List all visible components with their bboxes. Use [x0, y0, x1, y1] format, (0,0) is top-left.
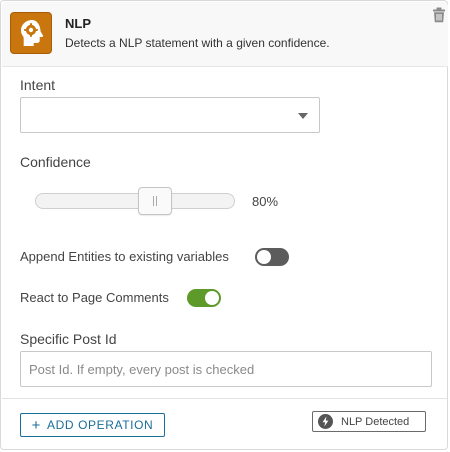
confidence-slider-handle[interactable]: [138, 187, 172, 215]
confidence-value: 80%: [252, 194, 279, 209]
toggle-knob: [205, 291, 219, 305]
event-badge: NLP Detected: [312, 411, 426, 432]
card-description: Detects a NLP statement with a given con…: [65, 36, 330, 50]
toggle-knob: [257, 250, 271, 264]
card-title: NLP: [65, 16, 91, 31]
intent-select[interactable]: [20, 97, 320, 133]
react-comments-toggle[interactable]: [187, 289, 221, 307]
intent-label: Intent: [20, 77, 56, 93]
nlp-card: NLP Detects a NLP statement with a given…: [0, 0, 448, 450]
event-badge-label: NLP Detected: [341, 415, 410, 428]
add-operation-button[interactable]: + ADD OPERATION: [20, 413, 165, 437]
head-gear-icon: [10, 12, 52, 54]
footer-divider: [2, 398, 448, 399]
lightning-icon: [318, 414, 333, 429]
append-entities-label: Append Entities to existing variables: [20, 249, 229, 264]
chevron-down-icon: [298, 113, 308, 119]
add-operation-label: ADD OPERATION: [47, 418, 154, 432]
post-id-input[interactable]: [20, 351, 432, 387]
plus-icon: +: [31, 416, 42, 434]
react-comments-label: React to Page Comments: [20, 290, 169, 305]
trash-icon[interactable]: [432, 7, 446, 23]
confidence-slider-track[interactable]: [35, 193, 235, 209]
confidence-label: Confidence: [20, 154, 91, 170]
card-header: NLP Detects a NLP statement with a given…: [2, 2, 448, 67]
post-id-label: Specific Post Id: [20, 331, 117, 347]
append-entities-toggle[interactable]: [255, 248, 289, 266]
